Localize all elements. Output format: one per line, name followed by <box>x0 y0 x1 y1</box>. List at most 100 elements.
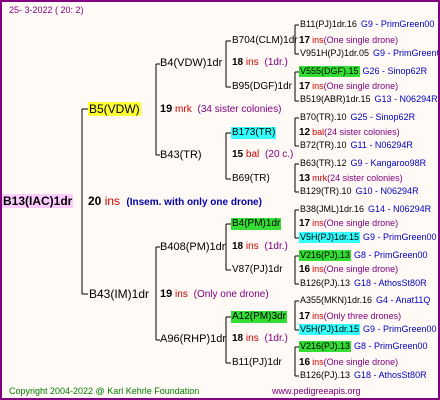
gen5-code: G18 - AthosSt80R <box>354 278 427 288</box>
gen5-name: V951H(PJ)1dr.05 <box>300 48 370 58</box>
gen5-code: G8 - PrimGreen00 <box>354 341 428 351</box>
gen5-name: V5H(PJ)1dr.15 <box>299 232 361 243</box>
gen5-name: V216(PJ).13 <box>299 341 352 352</box>
gen5-name: B38(JML)1dr.16 <box>300 204 365 214</box>
gen5-note: (One single drone) <box>323 35 399 45</box>
gen3-note: (1dr.) <box>264 333 288 344</box>
gen5-mating-info: 17 ins(Only three drones) <box>299 311 401 322</box>
gen3-mating-info: 18 ins (1dr.) <box>232 241 288 253</box>
gen5-code: G26 - Sinop62R <box>362 66 428 76</box>
gen5-mating-info: 17 ins(One single drone) <box>299 35 398 46</box>
gen5-name: B129(TR).10 <box>300 186 352 196</box>
gen4-name: B11(PJ)1dr <box>232 357 282 368</box>
gen3-num: 18 <box>232 241 244 252</box>
gen4-node: V87(PJ)1dr <box>231 264 284 276</box>
gen5-mating-info: 16 ins(One single drone) <box>299 264 398 275</box>
gen3-mating-info: 18 ins (1dr.) <box>232 57 288 69</box>
gen5-unit: ins <box>312 81 324 91</box>
root-num: 20 <box>88 194 102 208</box>
gen5-node: B126(PJ).13 G18 - AthosSt80R <box>299 278 427 289</box>
root-mating-info: 20 ins (Insem. with only one drone) <box>88 194 262 210</box>
gen5-note: (One single drone) <box>323 218 399 228</box>
gen3-unit: ins <box>245 333 259 344</box>
gen5-code: G10 - N06294R <box>355 186 419 196</box>
gen5-node: V216(PJ).13 G8 - PrimGreen00 <box>299 341 428 352</box>
dam-unit: mrk <box>175 104 192 115</box>
gen3-note: (1dr.) <box>264 241 288 252</box>
gen5-node: V951H(PJ)1dr.05 G9 - PrimGreen00 <box>299 48 440 59</box>
gen3-unit: ins <box>245 57 259 68</box>
print-date: 25- 3-2022 ( 20: 2) <box>9 5 84 15</box>
gen5-note: (24 sister colonies) <box>327 173 403 183</box>
gen5-name: V555(DGF).15 <box>299 66 360 77</box>
gen5-unit: bal <box>312 127 325 137</box>
gen5-code: G11 - N06294R <box>350 140 413 150</box>
gen4-name: B69(TR) <box>232 173 270 184</box>
gen4-node: B95(DGF)1dr <box>231 81 293 93</box>
gen5-num: 17 <box>299 218 311 229</box>
gen5-node: B129(TR).10 G10 - N06294R <box>299 186 419 197</box>
gen5-name: V5H(PJ)1dr.15 <box>299 324 361 335</box>
gen5-name: B70(TR).10 <box>300 112 347 122</box>
root-note: (Insem. with only one drone) <box>126 197 262 208</box>
dam-name: B5(VDW) <box>88 102 141 116</box>
gen5-note: (Only three drones) <box>323 311 402 321</box>
dam-node: B5(VDW) <box>88 102 141 116</box>
gen4-node: B69(TR) <box>231 173 271 185</box>
gen5-unit: ins <box>312 357 324 367</box>
gen5-name: B63(TR).12 <box>300 158 347 168</box>
gen5-unit: ins <box>312 311 324 321</box>
gen4-name: B704(CLM)1dr <box>232 35 298 46</box>
gen5-unit: ins <box>312 218 324 228</box>
gen4-node: B11(PJ)1dr <box>231 357 283 369</box>
gen5-node: B519(ABR)1dr.15 G13 - N06294R <box>299 94 438 105</box>
gen4-node: A12(PM)3dr <box>231 311 287 323</box>
gen3-node: B408(PM)1dr <box>160 241 226 253</box>
gen5-note: (One single drone) <box>323 264 399 274</box>
gen5-mating-info: 17 ins(One single drone) <box>299 218 398 229</box>
gen3-num: 18 <box>232 57 244 68</box>
gen5-name: A355(MKN)1dr.16 <box>300 295 373 305</box>
gen5-num: 12 <box>299 127 311 138</box>
gen5-node: V5H(PJ)1dr.15 G9 - PrimGreen00 <box>299 324 437 335</box>
gen5-code: G8 - PrimGreen00 <box>354 250 428 260</box>
gen5-code: G4 - Anat11Q <box>376 295 431 305</box>
gen4-node: B704(CLM)1dr <box>231 35 299 47</box>
gen4-name: B95(DGF)1dr <box>232 81 293 92</box>
gen5-node: B63(TR).12 G9 - Kangaroo98R <box>299 158 426 169</box>
gen5-note: (One single drone) <box>323 81 399 91</box>
gen5-node: B38(JML)1dr.16 G14 - N06294R <box>299 204 431 215</box>
gen5-unit: ins <box>312 35 324 45</box>
gen5-num: 17 <box>299 81 311 92</box>
gen3-node: A96(RHP)1dr <box>160 333 227 345</box>
pedigree-chart: 25- 3-2022 ( 20: 2) B13(IAC)1dr 20 ins (… <box>0 0 440 400</box>
gen4-name: A12(PM)3dr <box>231 311 287 323</box>
gen3-note: (1dr.) <box>264 57 288 68</box>
gen5-note: (24 sister colonies) <box>324 127 400 137</box>
gen5-name: B72(TR).10 <box>300 140 347 150</box>
gen5-code: G9 - Kangaroo98R <box>350 158 427 168</box>
root-queen-name: B13(IAC)1dr <box>2 194 74 208</box>
gen3-mating-info: 15 bal (20 c.) <box>232 149 293 161</box>
gen5-code: G9 - PrimGreen00 <box>373 48 440 58</box>
gen5-mating-info: 17 ins(One single drone) <box>299 81 398 92</box>
gen5-mating-info: 12 bal(24 sister colonies) <box>299 127 400 138</box>
gen5-code: G9 - PrimGreen00 <box>363 324 437 334</box>
gen3-num: 18 <box>232 333 244 344</box>
gen3-num: 15 <box>232 149 244 160</box>
gen5-name: B519(ABR)1dr.15 <box>300 94 371 104</box>
gen5-name: B126(PJ).13 <box>300 278 351 288</box>
gen5-code: G13 - N06294R <box>374 94 438 104</box>
gen5-code: G9 - PrimGreen00 <box>360 19 435 29</box>
gen5-note: (One single drone) <box>323 357 399 367</box>
gen5-node: V5H(PJ)1dr.15 G9 - PrimGreen00 <box>299 232 437 243</box>
site-link[interactable]: www.pedigreeapis.org <box>272 385 361 397</box>
gen5-num: 16 <box>299 264 311 275</box>
gen5-num: 16 <box>299 357 311 368</box>
gen3-unit: ins <box>245 241 259 252</box>
sire-num: 19 <box>160 288 173 300</box>
gen4-name: B4(PM)1dr <box>231 218 282 230</box>
dam-mating-info: 19 mrk (34 sister colonies) <box>160 103 281 116</box>
gen3-mating-info: 18 ins (1dr.) <box>232 333 288 345</box>
gen3-note: (20 c.) <box>265 149 294 160</box>
